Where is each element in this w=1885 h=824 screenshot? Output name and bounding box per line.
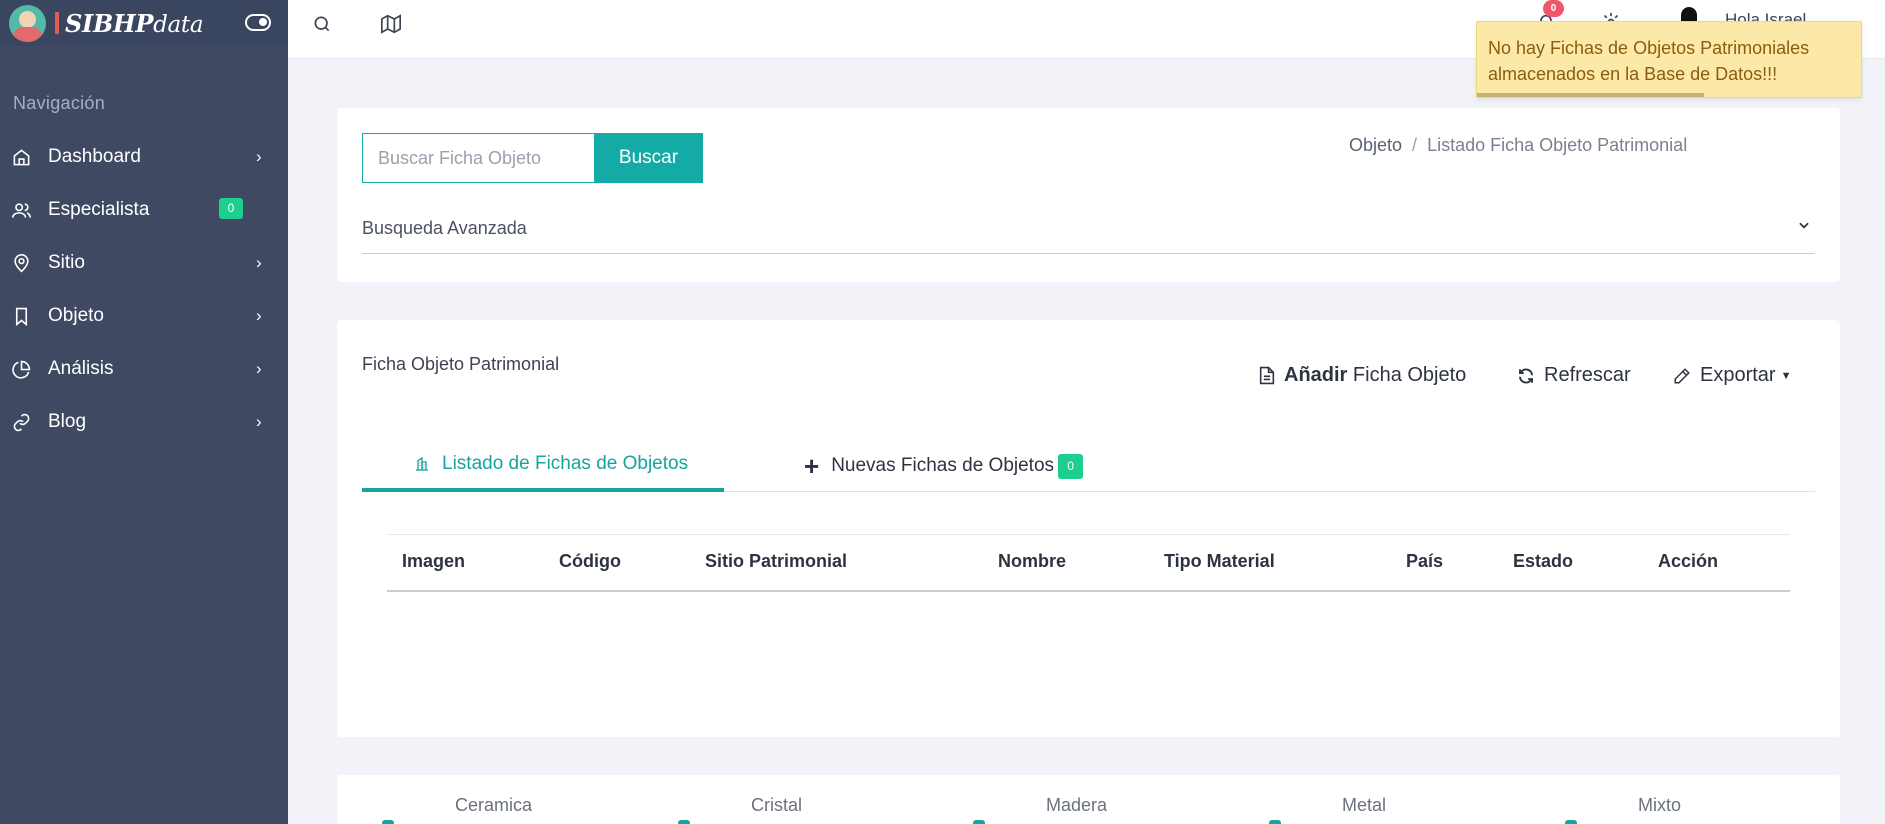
toast-message: No hay Fichas de Objetos Patrimoniales a… (1488, 38, 1810, 84)
add-label: Ficha Objeto (1352, 364, 1467, 386)
chevron-right-icon: › (256, 412, 262, 431)
sidebar-item-label: Sitio (48, 252, 85, 273)
map-icon[interactable] (381, 14, 401, 34)
sidebar-item-blog[interactable]: Blog › (0, 402, 288, 442)
breadcrumb: Objeto / Listado Ficha Objeto Patrimonial (1349, 135, 1687, 156)
pencil-icon (1674, 367, 1690, 383)
sidebar-item-label: Blog (48, 411, 87, 432)
material-marker (382, 820, 394, 824)
materials-card: Ceramica Cristal Madera Metal Mixto (337, 775, 1840, 824)
map-pin-icon (14, 254, 29, 273)
warning-toast[interactable]: No hay Fichas de Objetos Patrimoniales a… (1476, 21, 1862, 98)
sidebar-item-especialista[interactable]: Especialista 0 (0, 190, 288, 230)
brand-name-sub: data (153, 11, 204, 38)
refresh-label: Refrescar (1544, 364, 1631, 386)
column-header[interactable]: Nombre (998, 551, 1066, 572)
material-label: Metal (1342, 795, 1387, 815)
tab-label: Nuevas Fichas de Objetos (831, 455, 1055, 476)
search-group: Buscar (362, 133, 703, 183)
card-title: Ficha Objeto Patrimonial (362, 354, 560, 374)
material-marker (973, 820, 985, 824)
brand-divider (55, 12, 59, 34)
advanced-search-label: Busqueda Avanzada (362, 218, 527, 238)
home-icon (13, 149, 30, 166)
brand-name: SIBHPdata (65, 8, 204, 38)
column-header[interactable]: Estado (1513, 551, 1573, 572)
list-card: Ficha Objeto Patrimonial Añadir Ficha Ob… (337, 320, 1840, 737)
chevron-down-icon (1799, 222, 1809, 229)
table-header: Imagen Código Sitio Patrimonial Nombre T… (387, 534, 1790, 592)
sidebar-item-objeto[interactable]: Objeto › (0, 296, 288, 336)
file-icon (1259, 366, 1275, 385)
tab-nuevas[interactable]: + Nuevas Fichas de Objetos 0 (804, 440, 1084, 492)
logo-icon (9, 4, 46, 42)
material-marker (1565, 820, 1577, 824)
pie-chart-icon (12, 360, 31, 379)
column-header[interactable]: País (1406, 551, 1443, 572)
material-label: Madera (1046, 795, 1108, 815)
toast-progress-bar (1477, 93, 1704, 97)
material-marker (1269, 820, 1281, 824)
chevron-right-icon: › (256, 306, 262, 325)
bookmark-icon (15, 307, 28, 326)
search-input[interactable] (362, 133, 594, 183)
breadcrumb-current: Listado Ficha Objeto Patrimonial (1427, 135, 1688, 155)
add-ficha-button[interactable]: Añadir Ficha Objeto (1259, 364, 1466, 387)
advanced-search-toggle[interactable]: Busqueda Avanzada (362, 218, 1815, 254)
material-label: Ceramica (455, 795, 533, 815)
link-icon (13, 413, 30, 432)
add-label-bold: Añadir (1284, 364, 1348, 386)
tab-bar: Listado de Fichas de Objetos + Nuevas Fi… (362, 440, 1815, 492)
sidebar-item-dashboard[interactable]: Dashboard › (0, 137, 288, 177)
tab-listado[interactable]: Listado de Fichas de Objetos (362, 440, 724, 492)
sidebar-item-label: Objeto (48, 305, 104, 326)
sidebar-toggle-icon[interactable] (245, 14, 271, 31)
search-card: Buscar Objeto / Listado Ficha Objeto Patri… (337, 108, 1840, 282)
material-label: Mixto (1638, 795, 1682, 815)
sidebar: SIBHPdata Navigación Dashboard › Especia… (0, 0, 288, 824)
nav-heading: Navigación (13, 93, 106, 113)
material-label: Cristal (751, 795, 803, 815)
plus-icon: + (804, 450, 820, 481)
caret-down-icon: ▼ (1780, 369, 1792, 382)
search-button[interactable]: Buscar (594, 133, 703, 183)
column-header[interactable]: Acción (1658, 551, 1718, 572)
column-header[interactable]: Sitio Patrimonial (705, 551, 847, 572)
sidebar-item-label: Dashboard (48, 146, 141, 167)
breadcrumb-parent[interactable]: Objeto (1349, 135, 1402, 155)
tab-count-badge: 0 (1058, 453, 1084, 479)
building-icon (416, 456, 428, 471)
brand-name-main: SIBHP (65, 8, 154, 38)
refresh-icon (1519, 368, 1533, 383)
chevron-right-icon: › (256, 359, 262, 378)
breadcrumb-separator: / (1412, 135, 1418, 155)
column-header[interactable]: Tipo Material (1164, 551, 1275, 572)
sidebar-item-analisis[interactable]: Análisis › (0, 349, 288, 389)
notification-badge: 0 (1543, 0, 1564, 17)
material-marker (678, 820, 690, 824)
fichas-table: Imagen Código Sitio Patrimonial Nombre T… (387, 534, 1790, 592)
tab-label: Listado de Fichas de Objetos (442, 453, 689, 474)
column-header[interactable]: Código (559, 551, 621, 572)
sidebar-item-label: Especialista (48, 199, 150, 220)
sidebar-item-sitio[interactable]: Sitio › (0, 243, 288, 283)
sidebar-item-label: Análisis (48, 358, 114, 379)
especialista-count-badge: 0 (219, 198, 243, 219)
chevron-right-icon: › (256, 147, 262, 166)
export-label: Exportar (1700, 364, 1776, 386)
refresh-button[interactable]: Refrescar (1517, 364, 1631, 387)
column-header[interactable]: Imagen (402, 551, 465, 572)
chevron-right-icon: › (256, 253, 262, 272)
export-dropdown[interactable]: Exportar ▼ (1673, 364, 1791, 387)
search-icon[interactable] (312, 14, 332, 34)
users-icon (12, 203, 31, 218)
